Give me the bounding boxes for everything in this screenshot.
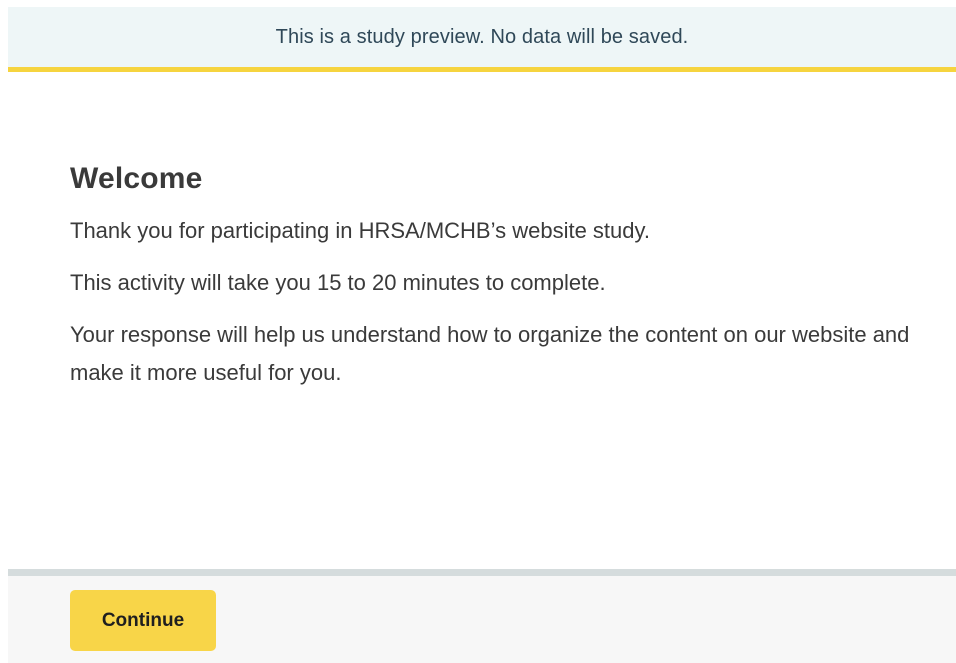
preview-banner-text: This is a study preview. No data will be… — [275, 25, 689, 48]
preview-banner: This is a study preview. No data will be… — [8, 7, 956, 72]
welcome-content: Welcome Thank you for participating in H… — [70, 162, 930, 410]
study-frame: This is a study preview. No data will be… — [8, 7, 956, 663]
continue-button[interactable]: Continue — [70, 590, 216, 651]
footer-bar: Continue — [8, 569, 956, 663]
duration-paragraph: This activity will take you 15 to 20 min… — [70, 270, 606, 295]
purpose-paragraph: Your response will help us understand ho… — [70, 322, 910, 385]
intro-paragraph: Thank you for participating in HRSA/MCHB… — [70, 218, 650, 243]
page-title: Welcome — [70, 162, 203, 195]
